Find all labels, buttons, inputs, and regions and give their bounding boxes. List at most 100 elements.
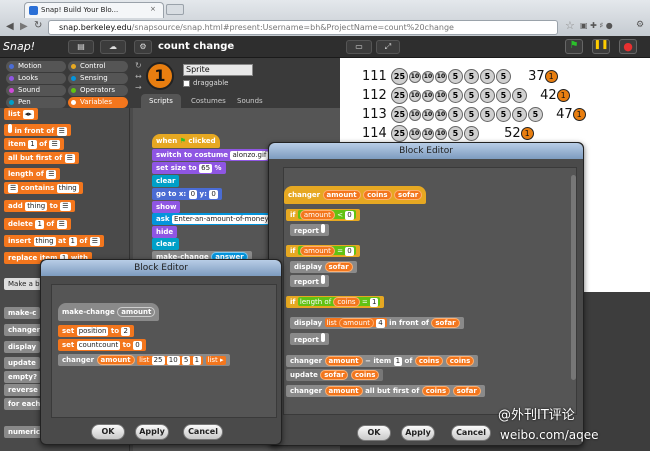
palette-custom-block-8[interactable]: numeric [4, 426, 45, 438]
palette-list-block[interactable]: list ◂▸ [4, 108, 38, 120]
rotation-style-icons[interactable]: ↻ ↔ → [135, 60, 142, 93]
palette-all-but-first-block[interactable]: all but first of ☰ [4, 152, 79, 164]
pause-button[interactable]: ❚❚ [592, 39, 610, 54]
dialog-title[interactable]: Block Editor [41, 260, 281, 276]
palette-custom-block-5[interactable]: empty? [4, 371, 42, 383]
green-flag-button[interactable]: ⚑ [565, 39, 583, 54]
script-tabs: Scripts Costumes Sounds [133, 94, 340, 108]
go-to-xy-block[interactable]: go to x: 0 y: 0 [152, 188, 222, 200]
new-tab-button[interactable] [166, 4, 184, 15]
coin-5: 5 [495, 88, 511, 103]
coin-5: 5 [463, 88, 479, 103]
changer-call-block-2[interactable]: changer amount all but first of coins so… [286, 385, 485, 397]
sprite-name-field[interactable]: Sprite [183, 64, 253, 76]
coin-5: 5 [447, 107, 463, 122]
tab-sounds[interactable]: Sounds [229, 94, 271, 108]
wrench-icon[interactable]: ⚙ [636, 20, 644, 30]
watermark-handle: @外刊IT评论 [498, 408, 575, 423]
set-countcount-block[interactable]: set countcount to 0 [58, 339, 146, 351]
cancel-button[interactable]: Cancel [183, 424, 223, 440]
vertical-scrollbar[interactable] [571, 175, 576, 380]
reload-icon[interactable]: ↻ [34, 20, 42, 31]
cloud-icon[interactable]: ☁ [100, 40, 126, 54]
palette-insert-block[interactable]: insert thing at 1 of ☰ [4, 235, 104, 247]
palette-length-of-block[interactable]: length of ☰ [4, 168, 61, 180]
coin-5: 5 [463, 126, 479, 141]
ask-block[interactable]: ask Enter-an-amount-of-money-in-cents [152, 213, 270, 225]
switch-costume-block[interactable]: switch to costume alonzo.gif [152, 149, 273, 161]
if-block-3[interactable]: if length of coins = 1 [286, 296, 385, 308]
coin-5: 5 [447, 88, 463, 103]
coin-25: 25 [390, 106, 408, 123]
address-bar[interactable]: snap.berkeley.edu/snapsource/snap.html#p… [48, 20, 558, 35]
report-block-3[interactable]: report [290, 333, 330, 345]
coin-25: 25 [390, 68, 408, 85]
show-block[interactable]: show [152, 201, 181, 213]
ok-button[interactable]: OK [91, 424, 125, 440]
category-pen[interactable]: Pen [6, 97, 66, 108]
category-sound[interactable]: Sound [6, 85, 66, 96]
category-operators[interactable]: Operators [68, 85, 128, 96]
sprite-thumbnail[interactable]: 1 [146, 62, 174, 90]
if-block-2[interactable]: if amount = 0 [286, 245, 360, 257]
coin-5: 5 [511, 107, 527, 122]
draggable-checkbox[interactable] [183, 80, 190, 87]
apply-button[interactable]: Apply [135, 424, 169, 440]
changer-block[interactable]: changer amount list 25 10 5 1 list ▸ [58, 354, 230, 366]
palette-in-front-of-block[interactable]: in front of ☰ [4, 124, 71, 136]
palette-delete-block[interactable]: delete 1 of ☰ [4, 218, 71, 230]
url-path: /snapsource/snap.html#present:Username=b… [131, 23, 454, 32]
normal-stage-icon[interactable]: ▭ [346, 40, 372, 54]
changer-call-block-1[interactable]: changer amount − item 1 of coins coins [286, 355, 479, 367]
when-flag-clicked-block[interactable]: when ⚑ clicked [152, 134, 220, 148]
coin-5: 5 [463, 69, 479, 84]
palette-custom-block-7[interactable]: for each [4, 398, 45, 410]
category-control[interactable]: Control [68, 61, 128, 72]
coin-10: 10 [434, 127, 447, 140]
palette-custom-block-6[interactable]: reverse [4, 384, 42, 396]
palette-add-block[interactable]: add thing to ☰ [4, 200, 75, 212]
palette-contains-block[interactable]: ☰ contains thing [4, 182, 83, 194]
hide-block[interactable]: hide [152, 226, 178, 238]
palette-custom-block-2[interactable]: changer [4, 324, 45, 336]
palette-custom-block-4[interactable]: update [4, 357, 40, 369]
stop-button[interactable]: ● [619, 39, 637, 54]
bookmark-star-icon[interactable]: ☆ [565, 19, 575, 32]
apply-button[interactable]: Apply [401, 425, 435, 441]
snap-logo[interactable]: Snap! [3, 40, 35, 53]
ok-button[interactable]: OK [357, 425, 391, 441]
if-block-1[interactable]: if amount < 0 [286, 209, 360, 221]
clear-block-1[interactable]: clear [152, 175, 180, 187]
fullscreen-icon[interactable]: ⤢ [376, 40, 400, 54]
report-block-1[interactable]: report [290, 224, 330, 236]
category-sensing[interactable]: Sensing [68, 73, 128, 84]
gear-icon[interactable]: ⚙ [134, 40, 152, 54]
extension-icons[interactable]: ▣ ✚ ♯ ● [580, 21, 613, 30]
browser-tab[interactable]: Snap! Build Your Blo... [24, 2, 164, 18]
display-block-2[interactable]: display list amount 4 in front of sofar [290, 317, 464, 329]
display-block-1[interactable]: display sofar [290, 261, 357, 273]
update-block[interactable]: update sofar coins [286, 369, 384, 381]
tab-scripts[interactable]: Scripts [141, 94, 181, 108]
url-host: snap.berkeley.edu [59, 23, 132, 32]
coin-5: 5 [527, 107, 543, 122]
clear-block-2[interactable]: clear [152, 238, 180, 250]
report-block-2[interactable]: report [290, 275, 330, 287]
category-motion[interactable]: Motion [6, 61, 66, 72]
tab-close-icon[interactable]: × [150, 5, 156, 13]
changer-hat-block[interactable]: changer amount coins sofar [284, 186, 427, 204]
category-looks[interactable]: Looks [6, 73, 66, 84]
palette-item-of-block[interactable]: item 1 of ☰ [4, 138, 64, 150]
forward-arrow-icon[interactable]: ▶ [20, 21, 28, 32]
cancel-button[interactable]: Cancel [451, 425, 491, 441]
back-arrow-icon[interactable]: ◀ [6, 21, 14, 32]
make-change-hat-block[interactable]: make-change amount [58, 303, 160, 321]
dialog-title[interactable]: Block Editor [269, 143, 583, 159]
palette-custom-block-1[interactable]: make-c [4, 307, 41, 319]
set-position-block[interactable]: set position to 2 [58, 325, 134, 337]
set-size-block[interactable]: set size to 65 % [152, 162, 226, 174]
palette-custom-block-3[interactable]: display [4, 341, 41, 353]
tab-costumes[interactable]: Costumes [183, 94, 234, 108]
category-variables[interactable]: Variables [68, 97, 128, 108]
file-icon[interactable]: ▤ [68, 40, 94, 54]
